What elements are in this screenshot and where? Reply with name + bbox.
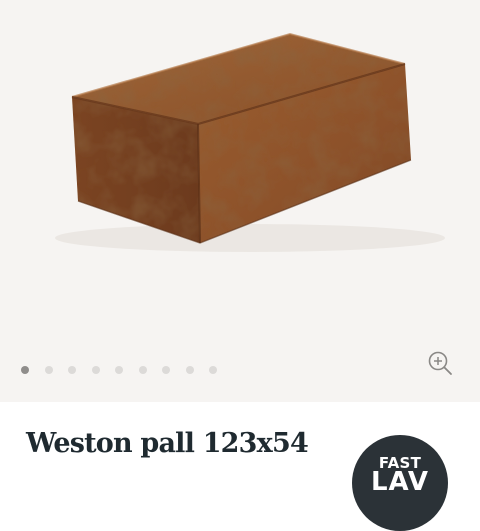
- carousel-dot[interactable]: [68, 366, 76, 374]
- carousel-dot[interactable]: [209, 366, 217, 374]
- fast-delivery-badge: FAST LAV: [352, 435, 448, 531]
- carousel-dot[interactable]: [115, 366, 123, 374]
- carousel-dot[interactable]: [44, 366, 53, 374]
- carousel-dot[interactable]: [138, 366, 147, 374]
- badge-line-2: LAV: [370, 467, 430, 497]
- product-title: Weston pall 123x54: [26, 428, 309, 459]
- product-info: Weston pall 123x54 FAST LAV: [0, 402, 480, 531]
- carousel-dot[interactable]: [91, 366, 100, 374]
- zoom-in-icon[interactable]: [426, 349, 454, 377]
- product-image[interactable]: [0, 0, 480, 402]
- carousel-dots: [21, 365, 217, 375]
- product-gallery[interactable]: [0, 0, 480, 402]
- carousel-dot[interactable]: [185, 366, 194, 374]
- carousel-dot[interactable]: [162, 366, 170, 374]
- carousel-dot[interactable]: [21, 366, 29, 374]
